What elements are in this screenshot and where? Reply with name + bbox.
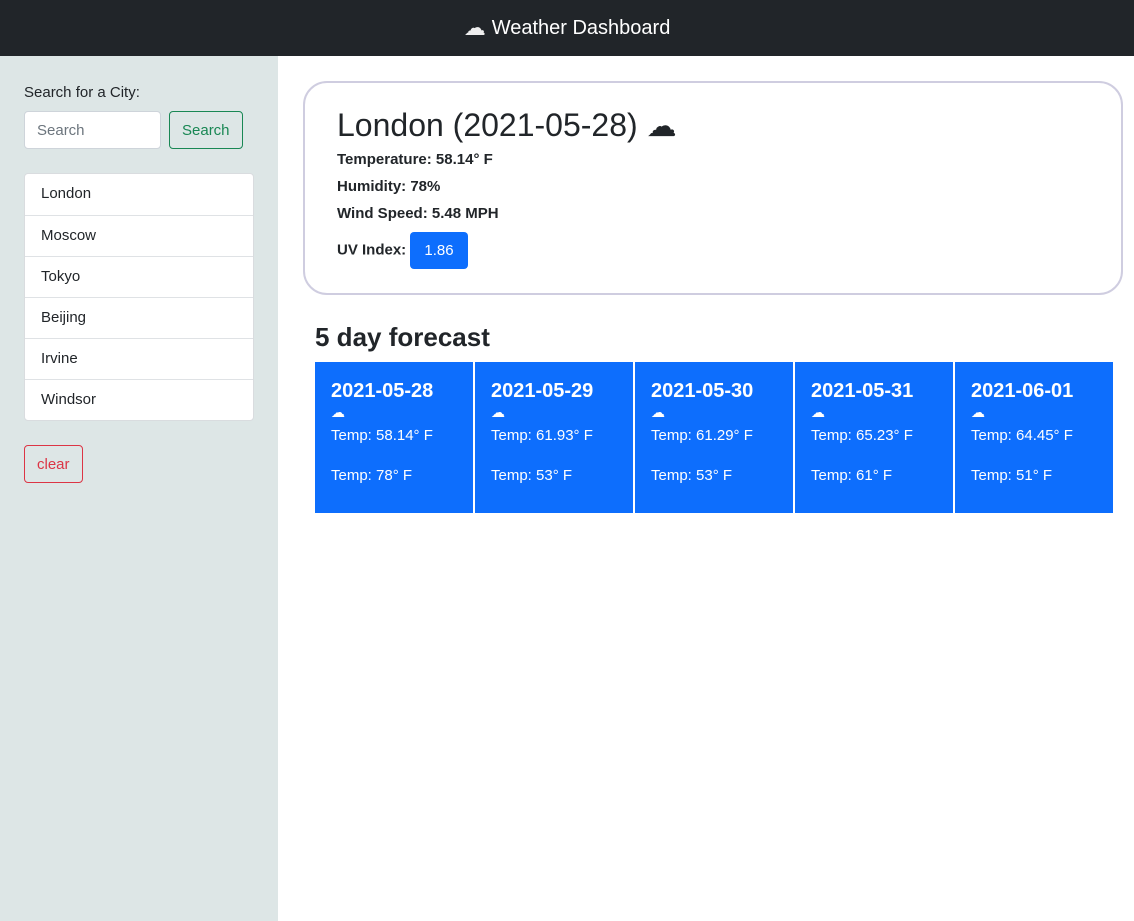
search-input[interactable]	[24, 111, 161, 149]
forecast-card: 2021-05-31 ☁ Temp: 65.23° F Temp: 61° F	[795, 362, 953, 513]
forecast-cards: 2021-05-28 ☁ Temp: 58.14° F Temp: 78° F 202…	[315, 362, 1113, 513]
temperature: Temperature: 58.14° F	[337, 151, 493, 168]
city-title: London (2021-05-28)	[337, 107, 638, 143]
forecast-temp: Temp: 64.45° F	[971, 427, 1073, 444]
forecast-card: 2021-06-01 ☁ Temp: 64.45° F Temp: 51° F	[955, 362, 1113, 513]
search-label: Search for a City:	[24, 84, 140, 101]
forecast-date: 2021-05-30	[651, 380, 754, 402]
clear-button[interactable]: clear	[24, 445, 83, 483]
navbar: ☁ Weather Dashboard	[0, 0, 1134, 56]
forecast-date: 2021-05-31	[811, 380, 914, 402]
forecast-temp: Temp: 61.29° F	[651, 427, 753, 444]
forecast-second: Temp: 61° F	[811, 467, 893, 484]
uv-badge: 1.86	[410, 232, 468, 269]
forecast-second: Temp: 51° F	[971, 467, 1053, 484]
forecast-date: 2021-05-29	[491, 380, 594, 402]
cloud-icon: ☁	[651, 404, 665, 420]
forecast-card: 2021-05-28 ☁ Temp: 58.14° F Temp: 78° F	[315, 362, 473, 513]
city-item-moscow[interactable]: Moscow	[25, 215, 253, 256]
forecast-date: 2021-06-01	[971, 380, 1074, 402]
humidity: Humidity: 78%	[337, 178, 441, 195]
current-weather-card: London (2021-05-28) ☁ Temperature: 58.14…	[303, 81, 1123, 295]
city-history-list: London Moscow Tokyo Beijing Irvine Winds…	[24, 173, 254, 421]
cloud-icon: ☁	[811, 404, 825, 420]
forecast-temp: Temp: 65.23° F	[811, 427, 913, 444]
app-title: Weather Dashboard	[491, 16, 671, 39]
forecast-card: 2021-05-30 ☁ Temp: 61.29° F Temp: 53° F	[635, 362, 793, 513]
sidebar: Search for a City: Search London Moscow …	[0, 56, 278, 921]
cloud-icon: ☁	[463, 15, 486, 40]
forecast-second: Temp: 53° F	[491, 467, 573, 484]
forecast-second: Temp: 78° F	[331, 467, 413, 484]
city-item-irvine[interactable]: Irvine	[25, 338, 253, 379]
cloud-icon: ☁	[491, 404, 505, 420]
city-item-tokyo[interactable]: Tokyo	[25, 256, 253, 297]
forecast-temp: Temp: 61.93° F	[491, 427, 593, 444]
cloud-icon: ☁	[646, 110, 677, 143]
wind-speed: Wind Speed: 5.48 MPH	[337, 205, 499, 222]
forecast-card: 2021-05-29 ☁ Temp: 61.93° F Temp: 53° F	[475, 362, 633, 513]
cloud-icon: ☁	[331, 404, 345, 420]
search-button[interactable]: Search	[169, 111, 243, 149]
forecast-temp: Temp: 58.14° F	[331, 427, 433, 444]
uv-label: UV Index:	[337, 241, 407, 259]
city-item-beijing[interactable]: Beijing	[25, 297, 253, 338]
forecast-heading: 5 day forecast	[315, 322, 490, 352]
city-item-windsor[interactable]: Windsor	[25, 379, 253, 420]
city-item-london[interactable]: London	[25, 174, 253, 215]
cloud-icon: ☁	[971, 404, 985, 420]
forecast-second: Temp: 53° F	[651, 467, 733, 484]
forecast-date: 2021-05-28	[331, 380, 434, 402]
